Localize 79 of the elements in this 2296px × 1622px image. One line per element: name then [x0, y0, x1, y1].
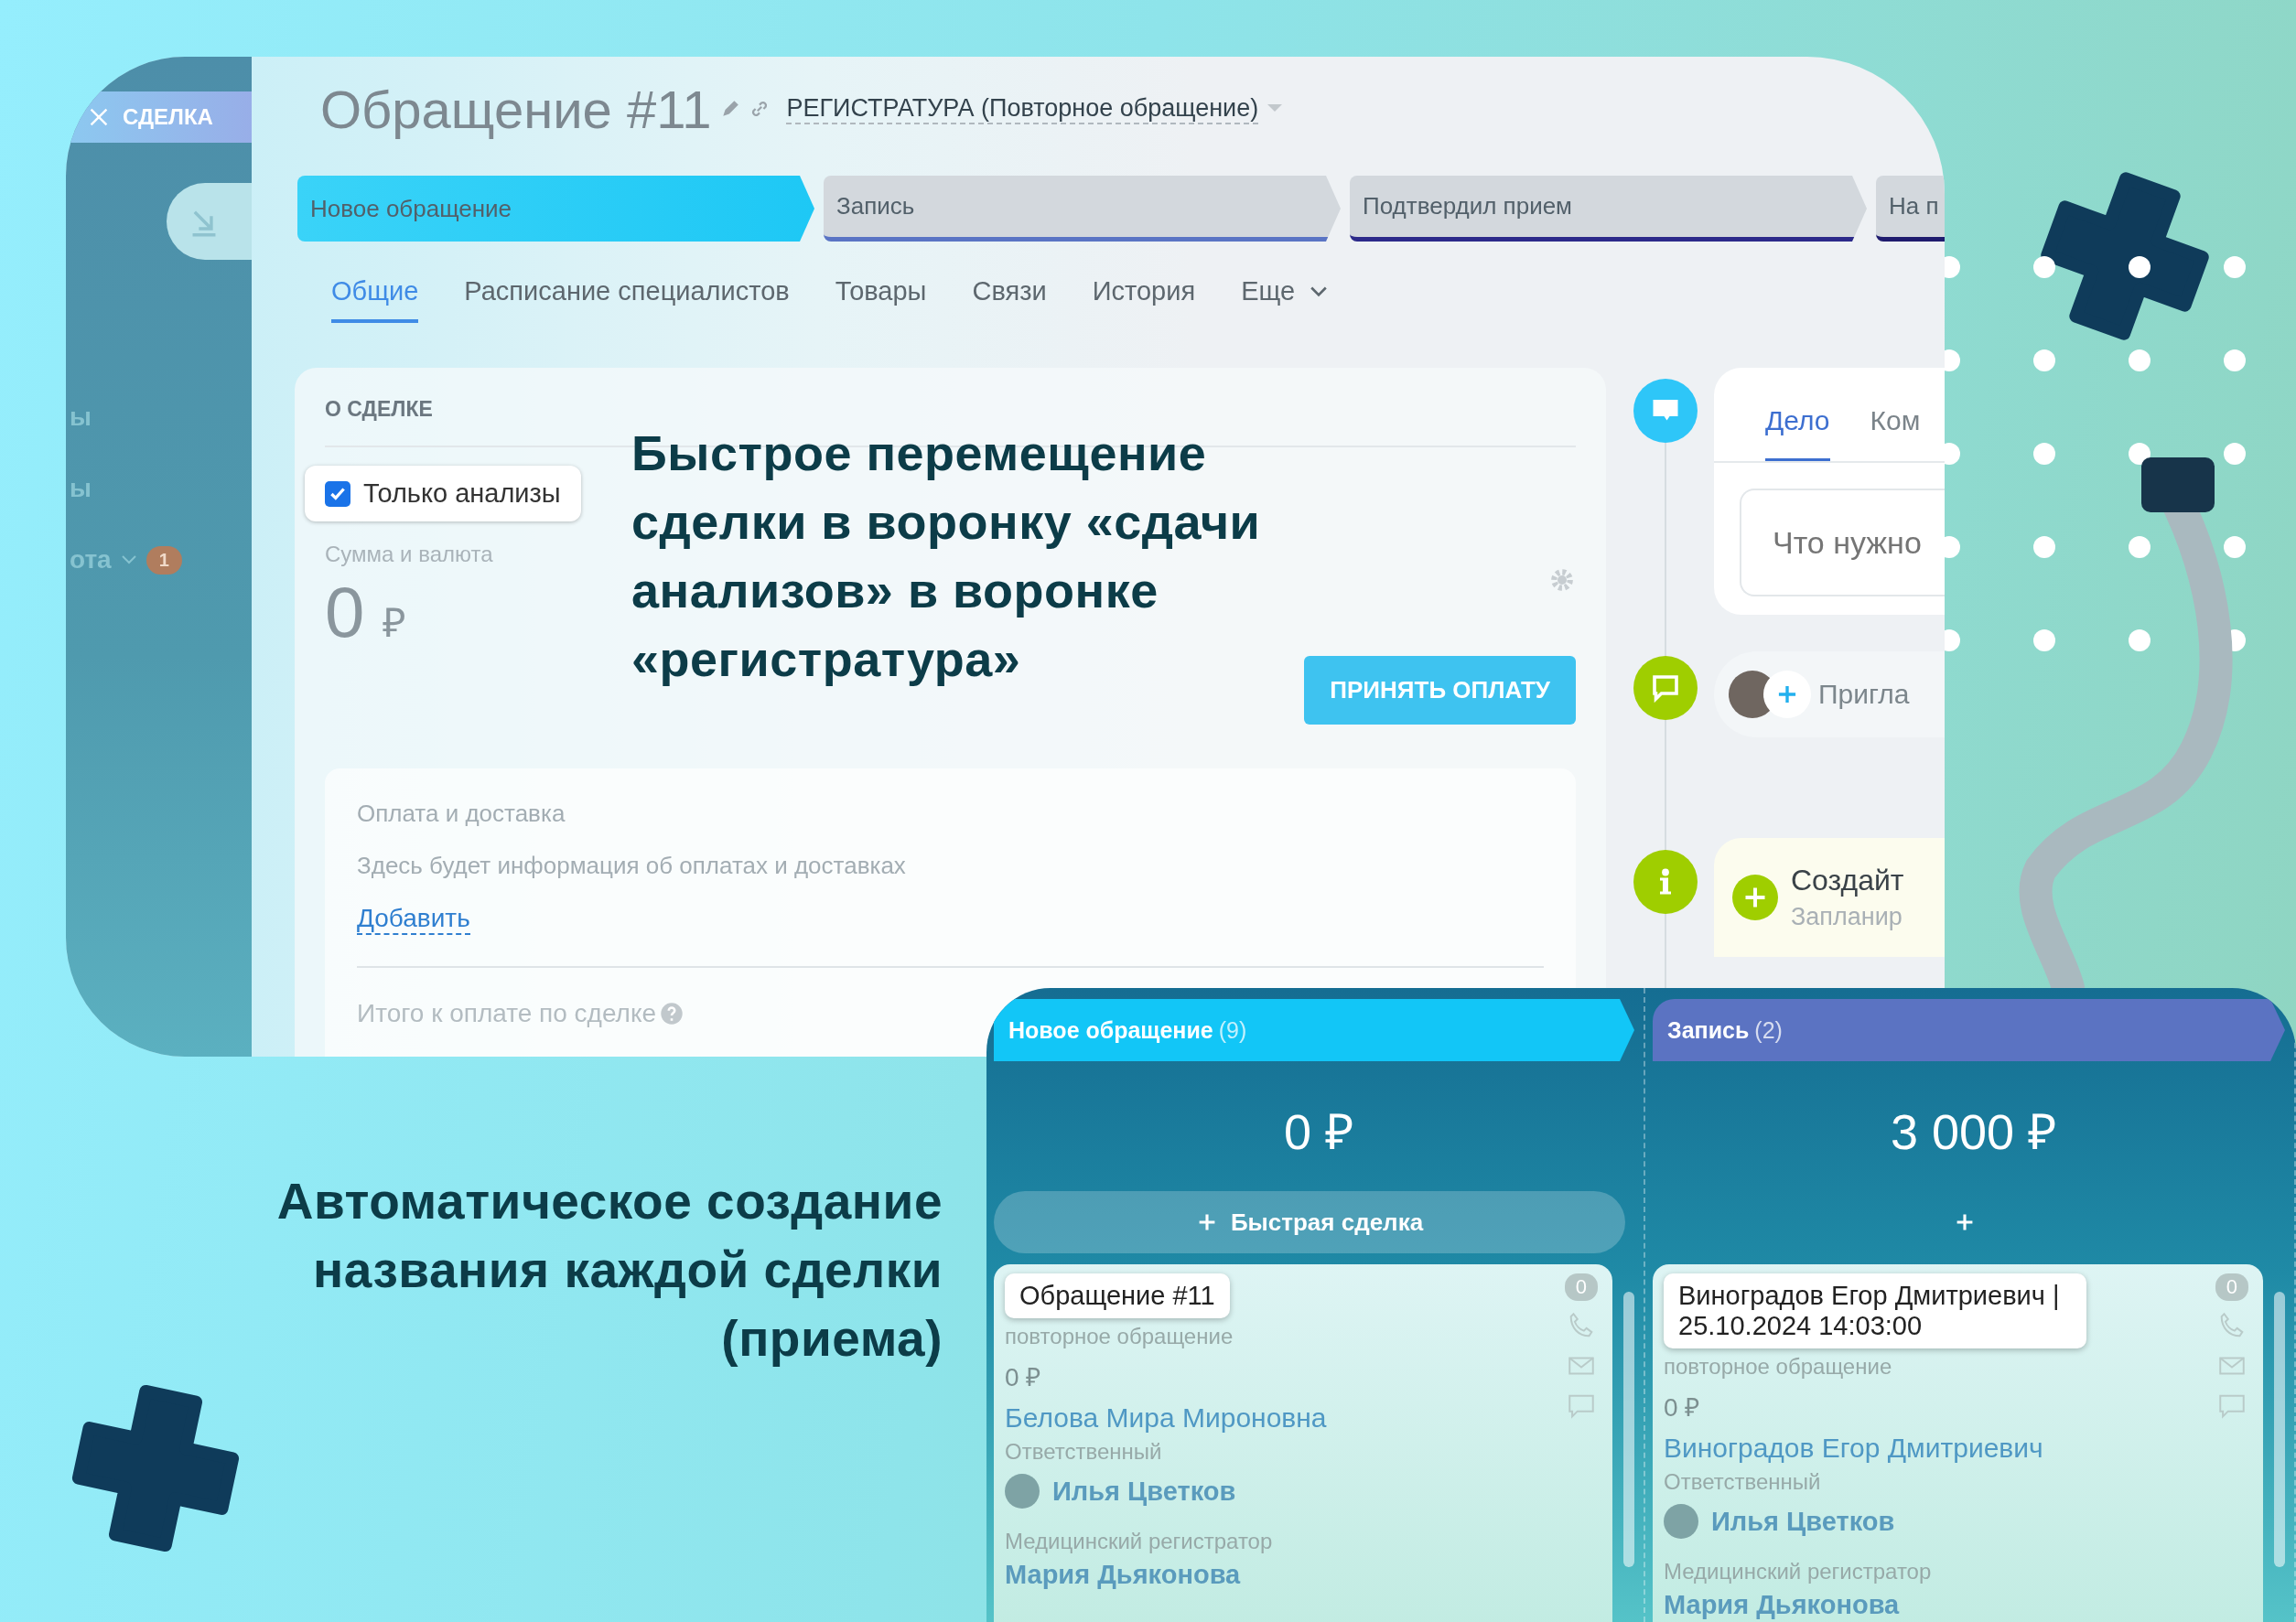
- role-label: Ответственный: [1664, 1469, 1821, 1495]
- tab[interactable]: Связи: [972, 276, 1047, 323]
- counter-badge: 1: [146, 545, 182, 575]
- role-label: Медицинский регистратор: [1005, 1529, 1273, 1554]
- activity-counter: 0: [1564, 1273, 1598, 1301]
- currency-sign: ₽: [383, 599, 407, 647]
- deal-title: Обращение #11: [320, 78, 712, 140]
- stage-step[interactable]: Новое обращение: [297, 176, 814, 242]
- person-name[interactable]: Илья Цветков: [1711, 1506, 1895, 1537]
- tab[interactable]: Расписание специалистов: [464, 276, 790, 323]
- deal-card-title: Обращение #11: [1005, 1273, 1230, 1318]
- caret-icon: [1267, 104, 1283, 113]
- sidebar-item[interactable]: ота 1: [70, 545, 182, 575]
- column-sum: 3 000 ₽: [1889, 1103, 2058, 1161]
- invite-button[interactable]: Пригла: [1714, 651, 1945, 737]
- column-sum: 0 ₽: [1282, 1103, 1354, 1161]
- settings-icon[interactable]: [1548, 566, 1576, 594]
- deal-card-title: Виноградов Егор Дмитриевич | 25.10.2024 14:03:00: [1664, 1273, 2086, 1348]
- checkbox-label: Только анализы: [363, 478, 561, 509]
- column-count: (2): [1754, 1016, 1783, 1044]
- tab[interactable]: Общие: [331, 276, 419, 323]
- avatar: [1005, 1474, 1040, 1509]
- kanban-column-header[interactable]: Новое обращение (9): [994, 999, 1634, 1061]
- checkbox[interactable]: Только анализы: [305, 466, 581, 521]
- create-subtitle: Запланир: [1791, 903, 1903, 931]
- stage-step[interactable]: Запись: [824, 176, 1341, 242]
- pipeline-selector[interactable]: РЕГИСТРАТУРА (Повторное обращение): [786, 93, 1259, 124]
- contact-link[interactable]: Белова Мира Мироновна: [1005, 1402, 1327, 1434]
- deal-card[interactable]: Виноградов Егор Дмитриевич | 25.10.2024 14:03:00 повторное обращение 0 ₽ Виноградов Егор Дмитриевич Ответственный Илья Цветков Медицинский регистратор Мария Дьяконова 0: [1653, 1264, 2263, 1622]
- tab[interactable]: Еще: [1241, 276, 1329, 323]
- person-name[interactable]: Илья Цветков: [1052, 1476, 1236, 1507]
- field-label: Сумма и валюта: [325, 542, 493, 567]
- tab[interactable]: Ком: [1870, 405, 1921, 461]
- sidebar-item-label: ы: [70, 474, 92, 503]
- caption: Автоматическое создание названия каждой сделки (приема): [275, 1172, 943, 1369]
- quick-deal-button[interactable]: Быстрая сделка: [994, 1191, 1625, 1253]
- scrollbar[interactable]: [1623, 1292, 1634, 1567]
- stage-step[interactable]: На п: [1876, 176, 1945, 242]
- quick-deal-label: Быстрая сделка: [1230, 1208, 1424, 1237]
- deal-card-amount: 0 ₽: [1005, 1362, 1041, 1393]
- deal-card-subtitle: повторное обращение: [1664, 1354, 1892, 1380]
- tab[interactable]: История: [1092, 276, 1196, 323]
- section-heading: Оплата и доставка: [357, 800, 566, 828]
- deal-card-subtitle: повторное обращение: [1005, 1324, 1234, 1349]
- add-link[interactable]: Добавить: [357, 904, 470, 935]
- amount-value: 0: [325, 571, 365, 654]
- deal-card-amount: 0 ₽: [1664, 1392, 1700, 1423]
- column-count: (9): [1218, 1016, 1247, 1044]
- total-label: Итого к оплате по сделке: [357, 999, 657, 1028]
- column-title: Запись: [1667, 1016, 1750, 1044]
- empty-message: Здесь будет информация об оплатах и доставках: [357, 852, 907, 880]
- sidebar-item-label: ы: [70, 403, 92, 432]
- accept-payment-button[interactable]: ПРИНЯТЬ ОПЛАТУ: [1304, 656, 1576, 725]
- sidebar-item-label: ота: [70, 545, 112, 575]
- tab[interactable]: Товары: [835, 276, 927, 323]
- kanban-column-header[interactable]: Запись (2): [1653, 999, 2285, 1061]
- close-icon: [88, 106, 110, 128]
- column-title: Новое обращение: [1008, 1016, 1213, 1044]
- close-tab-label: СДЕЛКА: [123, 104, 213, 130]
- input-field[interactable]: Что нужно: [1740, 489, 1945, 596]
- avatar: [1664, 1504, 1698, 1539]
- create-task-card[interactable]: Создайт Запланир: [1714, 838, 1945, 957]
- role-label: Ответственный: [1005, 1439, 1162, 1465]
- activity-counter: 0: [2215, 1273, 2248, 1301]
- scrollbar[interactable]: [2274, 1292, 2285, 1567]
- deal-card[interactable]: Обращение #11 повторное обращение 0 ₽ Белова Мира Мироновна Ответственный Илья Цветков Медицинский регистратор Мария Дьяконова 0: [994, 1264, 1612, 1622]
- person-name[interactable]: Мария Дьяконова: [1664, 1590, 1900, 1620]
- person-name[interactable]: Мария Дьяконова: [1005, 1560, 1241, 1590]
- pencil-icon[interactable]: [720, 99, 741, 119]
- invite-label: Пригла: [1818, 679, 1910, 710]
- stage-step[interactable]: Подтвердил прием: [1350, 176, 1867, 242]
- chevron-down-icon: [120, 554, 137, 565]
- collapse-button[interactable]: [167, 183, 252, 260]
- contact-link[interactable]: Виноградов Егор Дмитриевич: [1664, 1433, 2043, 1464]
- create-title: Создайт: [1791, 864, 1904, 897]
- chevron-down-icon: [1310, 285, 1329, 298]
- help-icon[interactable]: [660, 1002, 684, 1026]
- tab[interactable]: Дело: [1765, 405, 1830, 461]
- role-label: Медицинский регистратор: [1664, 1559, 1932, 1584]
